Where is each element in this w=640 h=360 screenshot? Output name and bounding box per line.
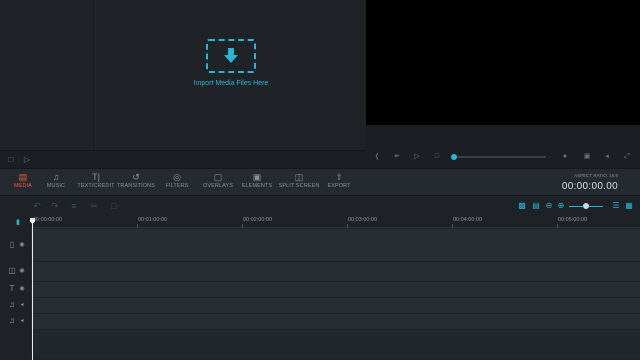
- adjust-icon[interactable]: ≡: [69, 201, 79, 211]
- media-bottom-bar: □ ▷: [0, 150, 366, 168]
- speaker-icon[interactable]: ◂: [18, 316, 26, 326]
- filters-icon: ◎: [173, 172, 181, 182]
- transition-icon: ↺: [132, 172, 140, 182]
- eye-icon[interactable]: ◉: [18, 266, 26, 276]
- cut-icon[interactable]: ✂: [89, 201, 99, 211]
- audio-track-icon: ♫: [9, 316, 15, 325]
- ruler-label: 00:01:00:00: [138, 217, 168, 223]
- video-track[interactable]: [31, 229, 640, 262]
- tab-elements[interactable]: ▣ ELEMENTS: [241, 171, 273, 195]
- music-note-icon: ♫: [52, 172, 60, 182]
- zoom-slider-knob[interactable]: [583, 203, 589, 209]
- playhead[interactable]: [32, 219, 33, 360]
- audio-track[interactable]: [31, 298, 640, 314]
- aspect-ratio-label[interactable]: ASPECT RATIO: 16:9: [574, 173, 618, 178]
- edit-toolbar: ↶ ↷ ≡ ✂ □ ▩ ▤ ⊖ ⊕ ☰ ▦: [0, 196, 640, 216]
- preview-window: [366, 0, 640, 125]
- ruler-tick: [557, 224, 558, 228]
- import-media-button[interactable]: [206, 39, 256, 73]
- download-arrow-icon: [224, 48, 238, 63]
- ruler-tick: [137, 224, 138, 228]
- preview-controls: ❬ ↞ ▷ □ ● ▣ ◂ ⤢: [366, 125, 640, 168]
- ruler-label: 00:03:00:00: [348, 217, 378, 223]
- delete-icon[interactable]: □: [109, 201, 119, 211]
- pip-track[interactable]: [31, 262, 640, 282]
- import-media-label[interactable]: Import Media Files Here: [174, 80, 288, 87]
- media-library-pane: Import Media Files Here: [94, 0, 366, 150]
- music-track[interactable]: [31, 314, 640, 330]
- text-track[interactable]: [31, 282, 640, 298]
- tab-filters[interactable]: ◎ FILTERS: [164, 171, 190, 195]
- text-icon: T|: [92, 172, 100, 182]
- record-camera-icon[interactable]: ▷: [22, 155, 32, 165]
- image-icon: ▣: [252, 172, 262, 182]
- main-toolbar: ▤ MEDIA ♫ MUSIC T| TEXT/CREDIT ↺ TRANSIT…: [0, 168, 640, 196]
- timeline-ruler[interactable]: 00:00:00:00 00:01:00:00 00:02:00:00 00:0…: [31, 216, 640, 228]
- overlays-icon: ▢: [213, 172, 223, 182]
- eye-icon[interactable]: ◉: [18, 284, 26, 294]
- pin-icon[interactable]: ▮: [16, 218, 20, 226]
- track-headers: ▯ ◉ ◫ ◉ T ◉ ♫ ◂ ♫ ◂: [0, 216, 31, 360]
- tab-transitions[interactable]: ↺ TRANSITIONS: [116, 171, 156, 195]
- rewind-icon[interactable]: ↞: [392, 152, 402, 162]
- timeline: ▯ ◉ ◫ ◉ T ◉ ♫ ◂ ♫ ◂ 00:00:00:00 00:01:00…: [0, 216, 640, 360]
- tab-music[interactable]: ♫ MUSIC: [44, 171, 68, 195]
- timeline-empty-area[interactable]: [31, 330, 640, 360]
- tab-text-credit[interactable]: T| TEXT/CREDIT: [77, 171, 115, 195]
- microphone-icon[interactable]: ●: [560, 152, 570, 162]
- ruler-tick: [452, 224, 453, 228]
- zoom-in-icon[interactable]: ⊕: [556, 201, 566, 211]
- redo-icon[interactable]: ↷: [50, 201, 60, 211]
- play-icon[interactable]: ▷: [412, 152, 422, 162]
- volume-icon[interactable]: ◂: [602, 152, 612, 162]
- zoom-out-icon[interactable]: ⊖: [544, 201, 554, 211]
- video-editor-window: Import Media Files Here □ ▷ ❬ ↞ ▷ □ ● ▣ …: [0, 0, 640, 360]
- tab-media[interactable]: ▤ MEDIA: [10, 171, 36, 195]
- ruler-tick: [242, 224, 243, 228]
- ruler-label: 00:00:00:00: [33, 217, 63, 223]
- previous-frame-icon[interactable]: ❬: [372, 152, 382, 162]
- export-icon: ⇧: [335, 172, 343, 182]
- video-track-icon: ▯: [9, 240, 15, 249]
- split-screen-icon: ◫: [294, 172, 304, 182]
- eye-icon[interactable]: ◉: [18, 240, 26, 250]
- preview-progress-track[interactable]: [453, 156, 546, 158]
- audio-mixer-icon[interactable]: ▩: [517, 201, 527, 211]
- ruler-label: 00:04:00:00: [453, 217, 483, 223]
- ruler-label: 00:02:00:00: [243, 217, 273, 223]
- grid-view-icon[interactable]: ▦: [624, 201, 634, 211]
- undo-icon[interactable]: ↶: [32, 201, 42, 211]
- folder-icon: ▤: [18, 172, 28, 182]
- tab-overlays[interactable]: ▢ OVERLAYS: [200, 171, 236, 195]
- fullscreen-icon[interactable]: ⤢: [622, 152, 632, 162]
- speaker-icon[interactable]: ◂: [18, 300, 26, 310]
- ruler-label: 00:05:00:00: [558, 217, 588, 223]
- pip-track-icon: ◫: [8, 266, 16, 275]
- fit-timeline-icon[interactable]: ▤: [531, 201, 541, 211]
- audio-track-icon: ♫: [9, 300, 15, 309]
- stop-icon[interactable]: □: [432, 152, 442, 162]
- text-track-icon: T: [9, 284, 15, 293]
- media-sidebar: [0, 0, 94, 150]
- list-view-icon[interactable]: ☰: [611, 201, 621, 211]
- preview-progress-knob[interactable]: [451, 154, 457, 160]
- current-timecode: 00:00:00.00: [561, 181, 618, 192]
- tab-split-screen[interactable]: ◫ SPLIT SCREEN: [278, 171, 320, 195]
- ruler-tick: [347, 224, 348, 228]
- record-screen-icon[interactable]: □: [6, 155, 16, 165]
- tab-export[interactable]: ⇧ EXPORT: [325, 171, 353, 195]
- snapshot-icon[interactable]: ▣: [582, 152, 592, 162]
